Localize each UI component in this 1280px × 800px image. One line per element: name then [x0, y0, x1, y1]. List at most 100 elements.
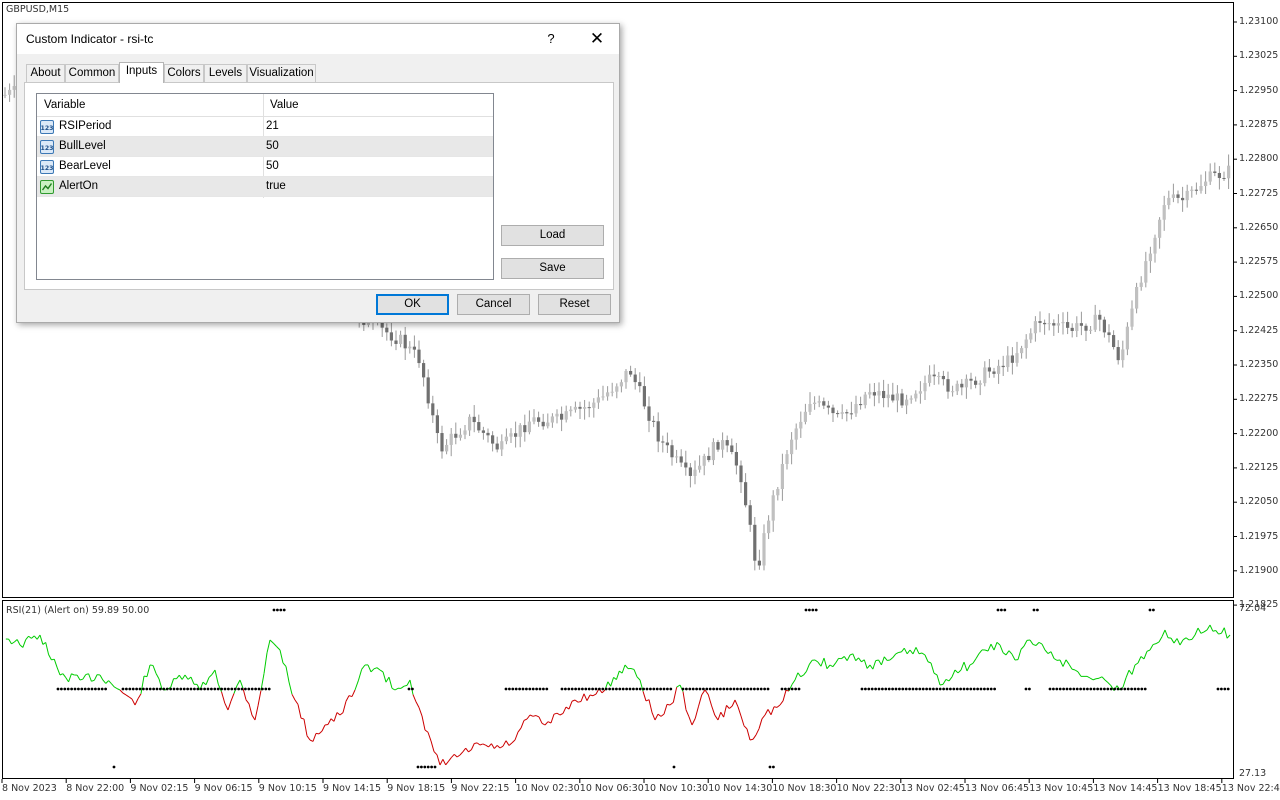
signal-dot — [100, 687, 104, 691]
candle-body — [481, 430, 485, 433]
rsi-line-segment — [996, 641, 1001, 646]
candle-body — [633, 374, 637, 383]
signal-dot — [1133, 687, 1137, 691]
signal-dot — [996, 608, 1000, 612]
column-header-variable[interactable]: Variable — [44, 99, 85, 111]
signal-dot — [887, 687, 891, 691]
candle-body — [877, 390, 881, 396]
signal-dot — [162, 687, 166, 691]
signal-dot — [244, 687, 247, 691]
column-header-value[interactable]: Value — [270, 99, 299, 111]
signal-dot — [884, 687, 888, 691]
variable-value[interactable]: true — [266, 180, 286, 192]
rsi-line-segment — [1194, 627, 1199, 636]
rsi-line-segment — [1005, 650, 1010, 656]
rsi-line-segment — [211, 669, 216, 675]
grid-row-alerton[interactable]: AlertOn true — [37, 177, 493, 197]
reset-button[interactable]: Reset — [538, 294, 611, 315]
rsi-line-segment — [663, 704, 668, 715]
tab-colors[interactable]: Colors — [164, 64, 204, 82]
candle-body — [987, 367, 991, 372]
signal-dot — [570, 687, 574, 691]
signal-dot — [112, 765, 116, 769]
signal-dot — [407, 687, 411, 691]
candle-body — [757, 560, 761, 566]
candle-body — [1038, 321, 1042, 323]
rsi-line-segment — [723, 705, 727, 718]
close-button[interactable]: ✕ — [582, 26, 612, 52]
candle-body — [624, 370, 628, 383]
signal-dot — [608, 687, 611, 691]
signal-dot — [186, 687, 190, 691]
rsi-line-segment — [93, 674, 98, 681]
rsi-line-segment — [114, 686, 118, 690]
signal-dot — [708, 687, 712, 691]
rsi-line-segment — [116, 688, 121, 691]
rsi-line-segment — [746, 728, 751, 741]
rsi-line-segment — [14, 639, 18, 643]
help-button[interactable]: ? — [538, 26, 564, 52]
tab-visualization[interactable]: Visualization — [247, 64, 316, 82]
rsi-line-segment — [731, 699, 736, 707]
signal-dot — [1106, 687, 1110, 691]
signal-dot — [989, 687, 993, 691]
rsi-line-segment — [993, 642, 998, 651]
candle-body — [629, 370, 633, 375]
variable-value[interactable]: 50 — [266, 140, 279, 152]
ok-button[interactable]: OK — [376, 294, 449, 315]
signal-dot — [247, 687, 251, 691]
signal-dot — [60, 687, 63, 691]
signal-dot — [261, 687, 264, 691]
signal-dot — [237, 687, 241, 691]
tab-common[interactable]: Common — [65, 64, 119, 82]
rsi-line-segment — [1071, 668, 1076, 671]
rsi-line-segment — [39, 634, 44, 645]
rsi-line-segment — [1182, 637, 1187, 641]
rsi-line-segment — [236, 679, 241, 686]
rsi-line-segment — [761, 714, 766, 720]
rsi-line-segment — [1122, 677, 1127, 688]
signal-dot — [189, 687, 193, 691]
rsi-line-segment — [571, 699, 576, 702]
signal-dot — [233, 687, 237, 691]
signal-dot — [83, 687, 87, 691]
cancel-button[interactable]: Cancel — [457, 294, 530, 315]
signal-dot — [279, 608, 283, 612]
signal-dot — [77, 687, 80, 691]
grid-row-rsiperiod[interactable]: 123 RSIPeriod 21 — [37, 117, 493, 137]
grid-row-bulllevel[interactable]: 123 BullLevel 50 — [37, 137, 493, 157]
candle-body — [509, 433, 513, 437]
signal-dot — [272, 608, 276, 612]
load-button[interactable]: Load — [501, 225, 604, 246]
signal-dot — [525, 687, 528, 691]
dialog-titlebar[interactable]: Custom Indicator - rsi-tc ? ✕ — [17, 24, 619, 54]
candle-body — [491, 435, 495, 444]
rsi-line-segment — [915, 647, 920, 654]
candle-body — [895, 393, 899, 401]
variable-value[interactable]: 50 — [266, 160, 279, 172]
rsi-line-segment — [224, 702, 229, 711]
rsi-line-segment — [442, 759, 447, 766]
signal-dot — [63, 687, 67, 691]
signal-dot — [542, 687, 545, 691]
rsi-line-segment — [339, 712, 344, 716]
save-button[interactable]: Save — [501, 258, 604, 279]
rsi-line-segment — [155, 673, 160, 680]
rsi-line-segment — [817, 661, 822, 667]
candle-body — [1043, 322, 1047, 325]
signal-dot — [1062, 687, 1065, 691]
grid-row-bearlevel[interactable]: 123 BearLevel 50 — [37, 157, 493, 177]
rsi-line-segment — [682, 691, 687, 710]
tab-inputs[interactable]: Inputs — [119, 62, 164, 83]
candle-body — [412, 346, 416, 350]
variable-value[interactable]: 21 — [266, 120, 279, 132]
variable-name: BearLevel — [59, 160, 111, 172]
rsi-line-segment — [439, 759, 444, 766]
time-tick-label: 8 Nov 2023 — [2, 783, 57, 794]
tab-about[interactable]: About — [26, 64, 65, 82]
candle-body — [1084, 325, 1088, 331]
signal-dot — [148, 687, 152, 691]
rsi-line-segment — [482, 743, 486, 746]
tab-levels[interactable]: Levels — [204, 64, 247, 82]
signal-dot — [911, 687, 915, 691]
